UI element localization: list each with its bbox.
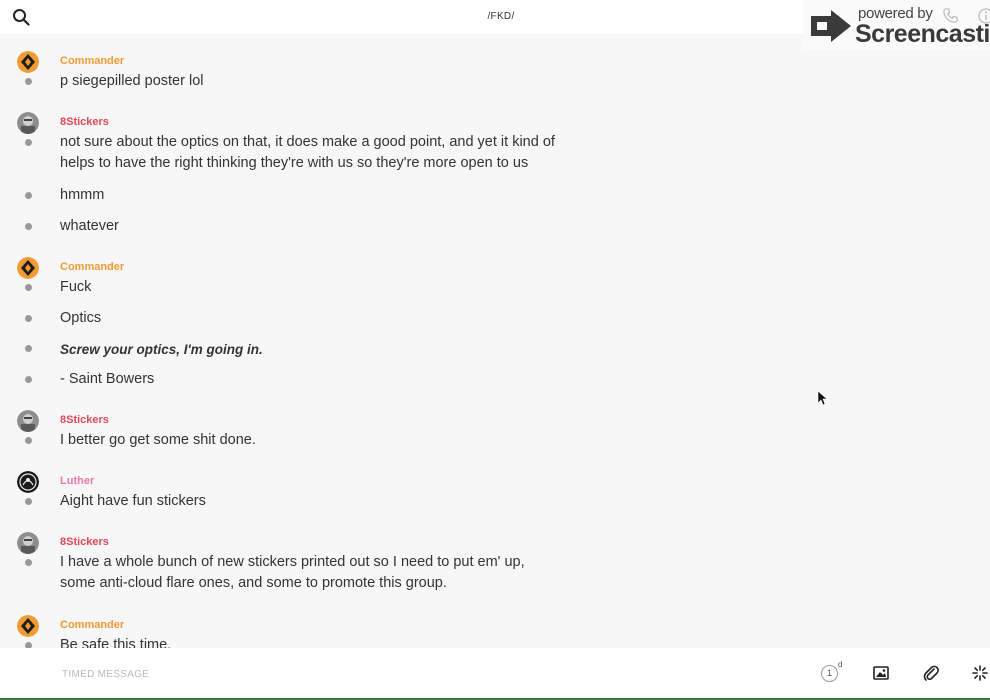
message-author[interactable]: Luther bbox=[60, 475, 94, 487]
avatar[interactable] bbox=[17, 410, 39, 432]
avatar[interactable] bbox=[17, 615, 39, 637]
message-text: Screw your optics, I'm going in. bbox=[60, 342, 263, 357]
avatar[interactable] bbox=[17, 51, 39, 73]
message-list[interactable]: Commander p siegepilled poster lol 8Stic… bbox=[0, 34, 990, 648]
timer-value: 1 bbox=[821, 665, 838, 682]
message-text: not sure about the optics on that, it do… bbox=[60, 134, 555, 171]
message-text: p siegepilled poster lol bbox=[60, 73, 204, 89]
timer-button[interactable]: 1 d bbox=[821, 660, 843, 684]
message-text: I better go get some shit done. bbox=[60, 432, 256, 448]
message-text: Be safe this time. bbox=[60, 637, 172, 648]
message-author[interactable]: Commander bbox=[60, 619, 124, 631]
message-author[interactable]: 8Stickers bbox=[60, 414, 109, 426]
timer-unit: d bbox=[838, 660, 843, 669]
message-text: Fuck bbox=[60, 279, 92, 295]
message-author[interactable]: Commander bbox=[60, 261, 124, 273]
paperclip-icon[interactable] bbox=[922, 664, 940, 682]
image-icon[interactable] bbox=[873, 665, 889, 681]
status-dot bbox=[25, 284, 32, 291]
status-dot bbox=[25, 437, 32, 444]
status-dot bbox=[25, 315, 32, 322]
avatar[interactable] bbox=[17, 532, 39, 554]
message-text: Optics bbox=[60, 310, 102, 326]
message-author[interactable]: 8Stickers bbox=[60, 116, 109, 128]
avatar[interactable] bbox=[17, 471, 39, 493]
message-author[interactable]: Commander bbox=[60, 55, 124, 67]
avatar[interactable] bbox=[17, 112, 39, 134]
message-author[interactable]: 8Stickers bbox=[60, 536, 109, 548]
sparkle-icon[interactable] bbox=[972, 665, 988, 681]
message-text: - Saint Bowers bbox=[60, 371, 155, 387]
status-dot bbox=[25, 223, 32, 230]
message-composer: 1 d bbox=[0, 648, 990, 700]
status-dot bbox=[25, 192, 32, 199]
status-dot bbox=[25, 78, 32, 85]
message-input[interactable] bbox=[60, 664, 764, 684]
info-icon[interactable] bbox=[978, 8, 990, 24]
status-dot bbox=[25, 345, 32, 352]
message-text: I have a whole bunch of new stickers pri… bbox=[60, 554, 525, 591]
message-text: Aight have fun stickers bbox=[60, 493, 206, 509]
mouse-pointer-icon bbox=[818, 391, 828, 406]
status-dot bbox=[25, 498, 32, 505]
avatar[interactable] bbox=[17, 257, 39, 279]
phone-icon[interactable] bbox=[943, 8, 958, 23]
status-dot bbox=[25, 559, 32, 566]
status-dot bbox=[25, 376, 32, 383]
message-text: hmmm bbox=[60, 187, 105, 203]
message-text: whatever bbox=[60, 218, 119, 234]
status-dot bbox=[25, 139, 32, 146]
